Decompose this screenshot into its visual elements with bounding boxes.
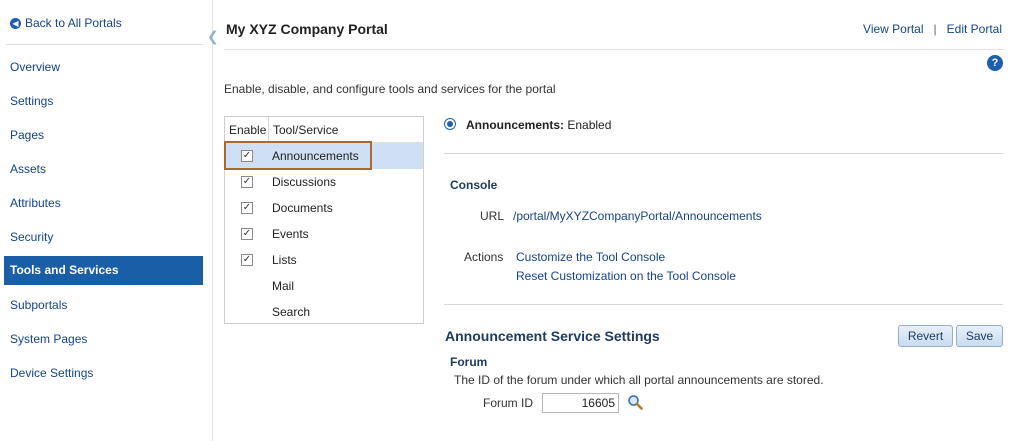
collapse-arrow-icon[interactable]: ❮ — [207, 28, 219, 45]
actions-label: Actions — [464, 250, 504, 264]
sidebar-nav: Overview Settings Pages Assets Attribute… — [4, 50, 203, 390]
reset-customization-link[interactable]: Reset Customization on the Tool Console — [516, 269, 736, 283]
help-icon[interactable]: ? — [987, 55, 1003, 71]
back-arrow-icon: ◀ — [10, 17, 21, 29]
sidebar-item-overview[interactable]: Overview — [4, 50, 203, 84]
header-separator: | — [933, 22, 937, 36]
tool-name: Announcements — [272, 149, 359, 163]
console-heading: Console — [450, 178, 498, 192]
sidebar-item-device-settings[interactable]: Device Settings — [4, 356, 203, 390]
tool-name: Lists — [272, 253, 297, 267]
view-portal-link[interactable]: View Portal — [863, 22, 923, 36]
enable-checkbox-announcements[interactable]: ✓ — [241, 150, 253, 162]
edit-portal-link[interactable]: Edit Portal — [947, 22, 1002, 36]
tool-row-discussions[interactable]: ✓ Discussions — [225, 169, 423, 195]
tool-row-documents[interactable]: ✓ Documents — [225, 195, 423, 221]
url-label: URL — [480, 209, 505, 223]
header-divider — [224, 49, 1004, 50]
enable-checkbox-lists[interactable]: ✓ — [241, 254, 253, 266]
service-status: Enabled — [567, 118, 612, 132]
tool-row-events[interactable]: ✓ Events — [225, 221, 423, 247]
sidebar-item-pages[interactable]: Pages — [4, 118, 203, 152]
tool-name: Events — [272, 227, 309, 241]
detail-divider — [444, 153, 1003, 154]
column-header-tool: Tool/Service — [273, 123, 339, 137]
sidebar-item-tools-and-services[interactable]: Tools and Services — [4, 256, 203, 285]
page-title: My XYZ Company Portal — [226, 21, 388, 37]
header-links: View Portal | Edit Portal — [863, 22, 1002, 36]
forum-id-input[interactable] — [542, 393, 619, 413]
intro-text: Enable, disable, and configure tools and… — [224, 82, 556, 96]
sidebar-item-subportals[interactable]: Subportals — [4, 288, 203, 322]
sidebar-item-security[interactable]: Security — [4, 220, 203, 254]
sidebar-item-assets[interactable]: Assets — [4, 152, 203, 186]
enable-checkbox-discussions[interactable]: ✓ — [241, 176, 253, 188]
tool-name: Search — [272, 304, 311, 319]
magnifier-icon[interactable] — [627, 394, 643, 410]
sidebar-divider — [6, 44, 203, 45]
sidebar-item-attributes[interactable]: Attributes — [4, 186, 203, 220]
service-title: Announcements: Enabled — [466, 118, 611, 132]
settings-divider — [444, 304, 1003, 305]
sidebar-item-settings[interactable]: Settings — [4, 84, 203, 118]
tool-row-announcements[interactable]: ✓ Announcements — [225, 143, 423, 169]
sidebar-item-system-pages[interactable]: System Pages — [4, 322, 203, 356]
settings-heading: Announcement Service Settings — [445, 328, 660, 344]
enable-checkbox-events[interactable]: ✓ — [241, 228, 253, 240]
tool-name: Mail — [272, 279, 295, 293]
service-name: Announcements: — [466, 118, 565, 132]
forum-heading: Forum — [450, 355, 488, 369]
customize-console-link[interactable]: Customize the Tool Console — [516, 250, 665, 264]
tool-name: Documents — [272, 201, 333, 215]
tools-table-header: Enable Tool/Service — [225, 117, 423, 143]
enable-checkbox-documents[interactable]: ✓ — [241, 202, 253, 214]
forum-description: The ID of the forum under which all port… — [454, 373, 824, 387]
column-header-enable: Enable — [225, 117, 269, 142]
revert-button[interactable]: Revert — [898, 325, 953, 347]
tool-row-lists[interactable]: ✓ Lists — [225, 247, 423, 273]
console-url-link[interactable]: /portal/MyXYZCompanyPortal/Announcements — [513, 209, 762, 223]
sidebar: ◀ Back to All Portals Overview Settings … — [0, 0, 213, 441]
forum-id-label: Forum ID — [483, 396, 534, 410]
tool-row-search[interactable]: Search — [225, 299, 423, 324]
back-link-label: Back to All Portals — [25, 16, 122, 30]
service-status-radio — [444, 118, 456, 130]
save-button[interactable]: Save — [956, 325, 1003, 347]
tool-name: Discussions — [272, 175, 337, 189]
back-to-portals-link[interactable]: ◀ Back to All Portals — [10, 16, 122, 30]
tools-table: Enable Tool/Service ✓ Announcements ✓ Di… — [224, 116, 424, 324]
tool-row-mail[interactable]: Mail — [225, 273, 423, 299]
